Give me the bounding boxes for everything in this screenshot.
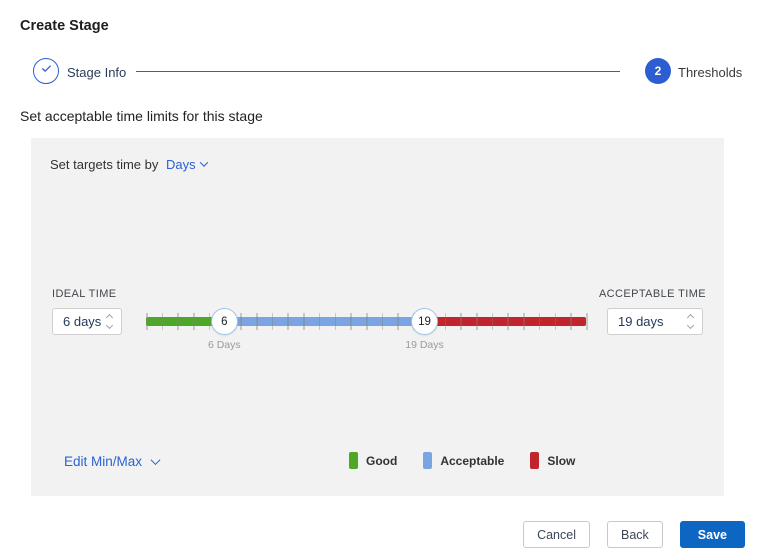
slider-tick [586,313,588,330]
ideal-time-value[interactable]: 6 days [53,314,103,329]
slider-handle-label: 6 Days [207,339,241,351]
slider-tick [177,313,179,330]
step-stage-info-label[interactable]: Stage Info [67,65,126,80]
slider-tick [271,313,274,330]
chevron-down-icon [150,455,161,466]
cancel-button[interactable]: Cancel [523,521,590,548]
legend-item-acceptable: Acceptable [423,452,504,469]
stepper: Stage Info 2 Thresholds [0,58,758,86]
slider-tick [460,313,462,330]
save-button[interactable]: Save [679,521,745,548]
footer-actions: Cancel Back Save [523,521,745,548]
slider-tick [491,313,494,330]
slider-tick [523,313,525,330]
step-1-complete-icon[interactable] [33,58,59,84]
stepper-up-icon[interactable] [105,313,113,322]
step-thresholds-label: Thresholds [678,65,743,80]
slider-tick [366,313,368,330]
acceptable-time-value[interactable]: 19 days [608,314,684,329]
legend-swatch [349,452,358,469]
slider-tick [240,313,242,330]
slider-tick [318,313,321,330]
ideal-time-input[interactable]: 6 days [52,308,122,335]
legend-item-good: Good [349,452,397,469]
page-title: Create Stage [20,18,109,34]
stepper-connector-line [136,71,620,72]
slider-tick [146,313,148,330]
back-button[interactable]: Back [607,521,663,548]
stepper-up-icon[interactable] [686,313,694,322]
slider-tick [538,313,541,330]
legend-label: Good [366,453,398,468]
thresholds-panel: Set targets time by Days IDEAL TIME 6 da… [31,138,724,496]
slider-tick [381,313,384,330]
slider-tick [554,313,557,330]
stepper-down-icon[interactable] [686,321,694,330]
ideal-time-label: IDEAL TIME [52,288,117,300]
legend-swatch [423,452,433,469]
stepper-down-icon[interactable] [105,321,113,330]
slider-handle-label: 19 Days [405,339,444,351]
slider-tick [334,313,337,330]
step-2-badge[interactable]: 2 [645,58,671,84]
slider-segment-slow [424,317,586,326]
slider-handle-6[interactable]: 6 [210,308,238,335]
slider-tick [476,313,478,330]
acceptable-time-stepper[interactable] [684,313,702,330]
slider-tick [303,313,305,330]
ideal-time-stepper[interactable] [103,313,121,330]
slider-legend: Good Acceptable Slow [349,452,575,469]
slider-tick [507,313,509,330]
slider-tick [444,313,447,330]
target-time-row: Set targets time by Days [50,157,208,172]
slider-tick [193,313,195,330]
edit-minmax-link[interactable]: Edit Min/Max [64,454,161,469]
legend-swatch [530,452,540,469]
threshold-slider[interactable]: 6 6 Days 19 19 Days [146,303,588,365]
legend-label: Acceptable [440,453,505,468]
slider-tick [161,313,164,330]
chevron-down-icon [199,158,208,167]
slider-segment-acceptable [224,317,425,326]
target-time-prefix: Set targets time by [50,157,159,172]
legend-item-slow: Slow [530,452,575,469]
legend-label: Slow [547,453,576,468]
slider-tick [397,313,399,330]
check-icon [40,62,53,80]
target-unit-dropdown[interactable]: Days [166,157,208,172]
acceptable-time-label: ACCEPTABLE TIME [598,288,706,300]
acceptable-time-input[interactable]: 19 days [607,308,703,335]
slider-tick [256,313,258,330]
slider-handle-19[interactable]: 19 [411,308,439,335]
slider-tick [350,313,352,330]
slider-tick [287,313,289,330]
slider-tick [570,313,572,330]
section-subtitle: Set acceptable time limits for this stag… [20,108,263,124]
create-stage-dialog: Create Stage Stage Info 2 Thresholds Set… [0,0,758,560]
